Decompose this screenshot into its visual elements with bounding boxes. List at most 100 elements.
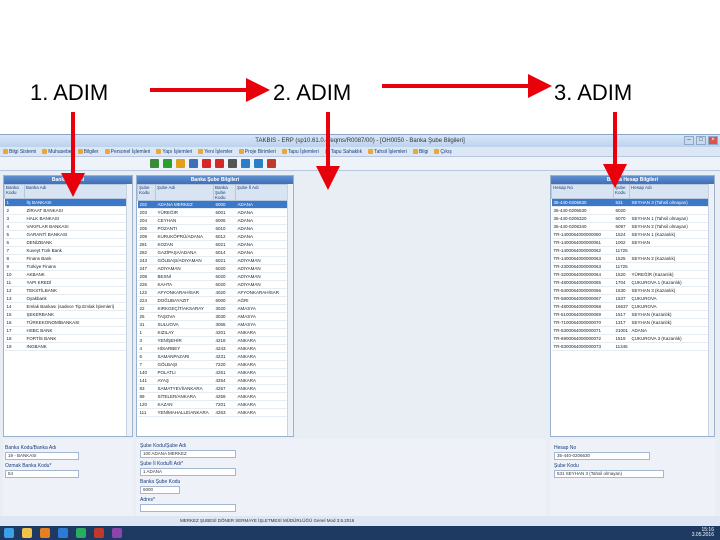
- table-row[interactable]: TR-7100064000000070 1317 SEYHAN (Kazanlık): [551, 318, 714, 327]
- table-row[interactable]: 17 HSBC BANK: [4, 326, 132, 335]
- table-row[interactable]: TR-6900064000000072 1519 ÇUKUROVA 3 (Kazan…: [551, 334, 714, 343]
- bank-name-header[interactable]: Banka Adı: [24, 184, 132, 199]
- menu-item[interactable]: Tapu İşlemleri: [282, 149, 319, 155]
- menu-item[interactable]: Proje Birimleri: [239, 149, 276, 155]
- table-row[interactable]: TR-4800064000000068 16637 ÇUKUROVA: [551, 302, 714, 311]
- delete-icon[interactable]: [202, 159, 211, 168]
- table-row[interactable]: 31 SULUOVA 3065 AMASYA: [137, 320, 293, 329]
- table-row[interactable]: TR-1400064000000063 1525 SEYHAN 2 (Kazanlı…: [551, 254, 714, 263]
- table-row[interactable]: 3 HALK BANKASI: [4, 214, 132, 223]
- table-row[interactable]: 13 Oyakbank: [4, 294, 132, 303]
- table-row[interactable]: 205 POZANTI 6010 ADANA: [137, 224, 293, 233]
- table-row[interactable]: 6 DENİZBANK: [4, 238, 132, 247]
- close-icon[interactable]: ×: [708, 136, 718, 145]
- bank-code-header[interactable]: Banka Kodu: [4, 184, 25, 199]
- table-row[interactable]: 224 DOĞUBAYAZIT 6000 AĞRI: [137, 296, 293, 305]
- table-row[interactable]: 226 KAHTA 6020 ADIYAMAN: [137, 280, 293, 289]
- bank-code-input[interactable]: 19 - BANKASI: [5, 452, 79, 460]
- account-branch-header[interactable]: Şube Kodu: [613, 184, 630, 199]
- maximize-icon[interactable]: □: [696, 136, 706, 145]
- table-row[interactable]: 208 BESNİ 6020 ADIYAMAN: [137, 272, 293, 281]
- powerpoint-icon[interactable]: [94, 528, 104, 538]
- table-row[interactable]: 111 YENİMAHALLE/ANKARA 4263 ANKARA: [137, 408, 293, 417]
- table-row[interactable]: 14 Emlak Bankası (sadece Tip.Emlak İşleml…: [4, 302, 132, 311]
- table-row[interactable]: 83 SAMATYEVİ/ANKARA 4257 ANKARA: [137, 384, 293, 393]
- table-row[interactable]: TR-4800064000000065 1704 ÇUKUROVA 1 (Kazan…: [551, 278, 714, 287]
- table-row[interactable]: 3 YENİŞEHİR 4218 ANKARA: [137, 336, 293, 345]
- start-icon[interactable]: [4, 528, 14, 538]
- refresh-icon[interactable]: [150, 159, 159, 168]
- table-row[interactable]: 1 KIZILAY 4201 ANKARA: [137, 328, 293, 337]
- city-input[interactable]: 1 ADANA: [140, 468, 236, 476]
- branch-name-header[interactable]: Şube Adı: [155, 184, 214, 201]
- account-branch-input[interactable]: 531 SEYHAN 3 (Tahsil olmayan): [554, 470, 664, 478]
- table-row[interactable]: 7 GÖLBAŞI 7220 ANKARA: [137, 360, 293, 369]
- table-row[interactable]: 35-440-0206320 6070 SEYHAN 1 (Tahsil olmay…: [551, 214, 714, 223]
- branch-city-header[interactable]: Şube İl Adı: [235, 184, 293, 201]
- table-row[interactable]: 10 AKBANK: [4, 270, 132, 279]
- account-no-input[interactable]: 35-440-0206630: [554, 452, 650, 460]
- table-row[interactable]: 247 ADIYAMAN 6020 ADIYAMAN: [137, 264, 293, 273]
- close-icon[interactable]: [267, 159, 276, 168]
- table-row[interactable]: TR-5800064000000067 1537 ÇUKUROVA: [551, 294, 714, 303]
- table-row[interactable]: 15 ŞEKERBANK: [4, 310, 132, 319]
- table-row[interactable]: TR-8300064000000073 11346: [551, 342, 714, 351]
- table-row[interactable]: TR-1400064000000061 1002 SEYHAN: [551, 238, 714, 247]
- table-row[interactable]: 25 TAŞOVA 3030 AMASYA: [137, 312, 293, 321]
- help-icon[interactable]: [254, 159, 263, 168]
- table-row[interactable]: 18 FORTİS BANK: [4, 334, 132, 343]
- table-row[interactable]: 2 ZİRAAT BANKASI: [4, 206, 132, 215]
- branch-input[interactable]: 100 ADANA MERKEZ: [140, 450, 236, 458]
- table-row[interactable]: 6 SAMANPAZARI 4231 ANKARA: [137, 352, 293, 361]
- table-row[interactable]: 203 YÜREĞİR 6001 ADANA: [137, 208, 293, 217]
- table-row[interactable]: 140 POLATLI 4251 ANKARA: [137, 368, 293, 377]
- table-row[interactable]: 9 Türkiye Finans: [4, 262, 132, 271]
- branch-code-header[interactable]: Şube Kodu: [137, 184, 156, 201]
- menu-item[interactable]: Çıkış: [434, 149, 451, 155]
- minimize-icon[interactable]: –: [684, 136, 694, 145]
- table-row[interactable]: 35-440-0206530 6020: [551, 206, 714, 215]
- menu-item[interactable]: Muhasebe: [42, 149, 71, 155]
- table-row[interactable]: 16 TÜRKEKONOMİBANKASI: [4, 318, 132, 327]
- table-row[interactable]: 209 KURUKÖPRÜ/ADANA 6012 ADANA: [137, 232, 293, 241]
- table-row[interactable]: 11 YAPI KREDİ: [4, 278, 132, 287]
- table-row[interactable]: 202 ADANA MERKEZ 6000 ADANA: [137, 200, 293, 209]
- bank-scrollbar[interactable]: [126, 184, 132, 436]
- table-row[interactable]: 243 GÖLBAŞI/ADIYAMAN 6021 ADIYAMAN: [137, 256, 293, 265]
- excel-icon[interactable]: [76, 528, 86, 538]
- table-row[interactable]: 35-440-0206630 531 SEYHAN 3 (Tahsil olmaya…: [551, 198, 714, 207]
- table-row[interactable]: 8 Finans Bank: [4, 254, 132, 263]
- account-scrollbar[interactable]: [708, 184, 714, 436]
- table-row[interactable]: 122 AFYONKARAHİSAR 4020 AFYONKARAHİSAR: [137, 288, 293, 297]
- word-icon[interactable]: [58, 528, 68, 538]
- account-name-header[interactable]: Hesap Adı: [629, 184, 714, 199]
- table-row[interactable]: TR-2300064000000063 11725: [551, 262, 714, 271]
- table-row[interactable]: 5 GARANTİ BANKASI: [4, 230, 132, 239]
- filter-icon[interactable]: [241, 159, 250, 168]
- table-row[interactable]: 282 GAZİPAŞA/ADANA 6014 ADANA: [137, 248, 293, 257]
- table-row[interactable]: 7 Kuveyt Türk Bank: [4, 246, 132, 255]
- branch-scrollbar[interactable]: [287, 184, 293, 436]
- bank-name-input[interactable]: 54: [5, 470, 79, 478]
- app-icon[interactable]: [112, 528, 122, 538]
- bank-branch-code-header[interactable]: Banka Şube Kodu: [213, 184, 236, 201]
- table-row[interactable]: 89 SİTELER/ANKARA 4259 ANKARA: [137, 392, 293, 401]
- menu-item[interactable]: Bilgi: [413, 149, 428, 155]
- bank-branch-input[interactable]: 6000: [140, 486, 180, 494]
- print-icon[interactable]: [228, 159, 237, 168]
- menu-item[interactable]: Personel İşlemleri: [105, 149, 151, 155]
- address-input[interactable]: [140, 504, 236, 512]
- add-icon[interactable]: [163, 159, 172, 168]
- menu-item[interactable]: Tahsil İşlemleri: [368, 149, 407, 155]
- table-row[interactable]: 120 KAZAN 7201 ANKARA: [137, 400, 293, 409]
- table-row[interactable]: 141 AYAŞ 4254 ANKARA: [137, 376, 293, 385]
- save-icon[interactable]: [189, 159, 198, 168]
- table-row[interactable]: TR-3200064000000064 1520 YÜREĞİR (Kazanlık…: [551, 270, 714, 279]
- table-row[interactable]: 4 VAKIFLAR BANKASI: [4, 222, 132, 231]
- menu-item[interactable]: Tapu Sahaklık: [325, 149, 362, 155]
- table-row[interactable]: TR-5400064000000066 1530 SEYHAN 3 (Kazanlı…: [551, 286, 714, 295]
- table-row[interactable]: 204 CEYHAN 6006 ADANA: [137, 216, 293, 225]
- table-row[interactable]: 35-440-0206340 6097 SEYHAN 2 (Tahsil olmay…: [551, 222, 714, 231]
- table-row[interactable]: 12 TEKSTİLBANK: [4, 286, 132, 295]
- menu-item[interactable]: Yapı İşlemleri: [156, 149, 192, 155]
